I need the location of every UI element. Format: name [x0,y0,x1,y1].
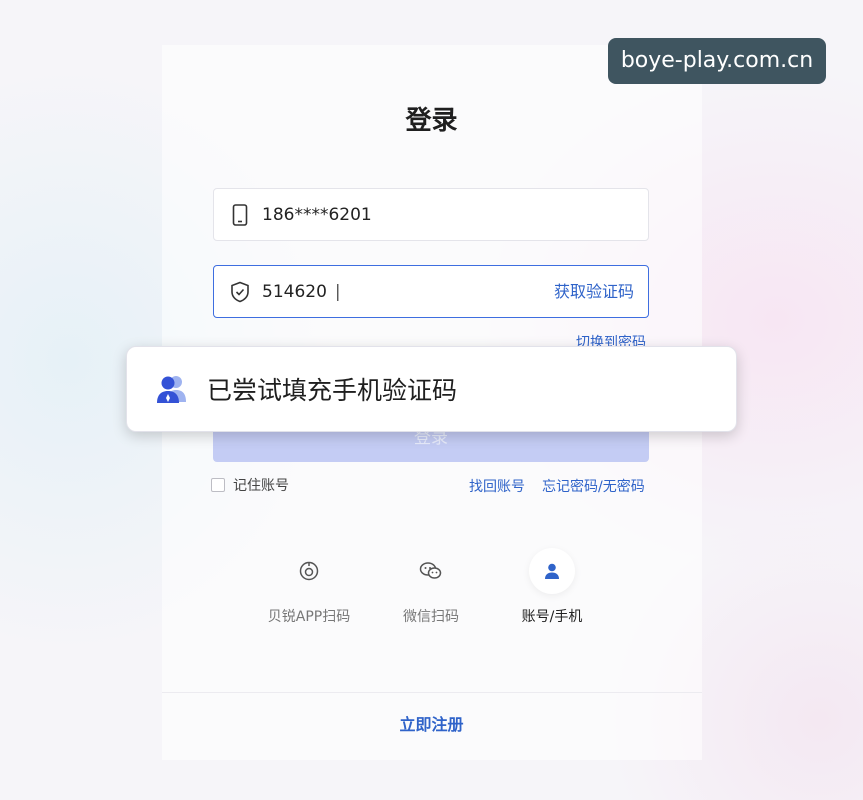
watermark-badge: boye-play.com.cn [608,38,826,84]
users-icon [155,372,189,406]
user-icon [529,548,575,594]
forgot-password-link[interactable]: 忘记密码/无密码 [542,476,645,496]
login-method-label: 微信扫码 [403,609,459,625]
shield-icon [230,280,250,304]
scan-app-icon [286,548,332,594]
remember-account-checkbox[interactable]: 记住账号 [211,475,289,495]
login-method-wechat[interactable]: 微信扫码 [381,548,481,626]
phone-field[interactable]: 186****6201 [213,188,649,241]
login-method-app-scan[interactable]: 贝锐APP扫码 [259,548,359,626]
wechat-icon [408,548,454,594]
phone-value: 186****6201 [262,204,372,225]
phone-icon [230,203,250,227]
login-method-account-phone[interactable]: 账号/手机 [502,548,602,626]
register-link[interactable]: 立即注册 [0,711,863,735]
code-value: 514620 [262,281,327,302]
checkbox-box[interactable] [211,478,225,492]
divider [162,692,702,693]
text-caret: | [334,281,341,302]
find-account-link[interactable]: 找回账号 [469,476,525,496]
verification-code-field[interactable]: 514620 | 获取验证码 [213,265,649,318]
toast-message: 已尝试填充手机验证码 [207,376,458,405]
page-title: 登录 [405,106,458,136]
remember-label: 记住账号 [233,478,289,494]
login-method-label: 贝锐APP扫码 [267,609,351,625]
get-code-button[interactable]: 获取验证码 [554,266,634,318]
login-method-label: 账号/手机 [521,609,583,625]
autofill-toast: 已尝试填充手机验证码 [126,346,737,432]
